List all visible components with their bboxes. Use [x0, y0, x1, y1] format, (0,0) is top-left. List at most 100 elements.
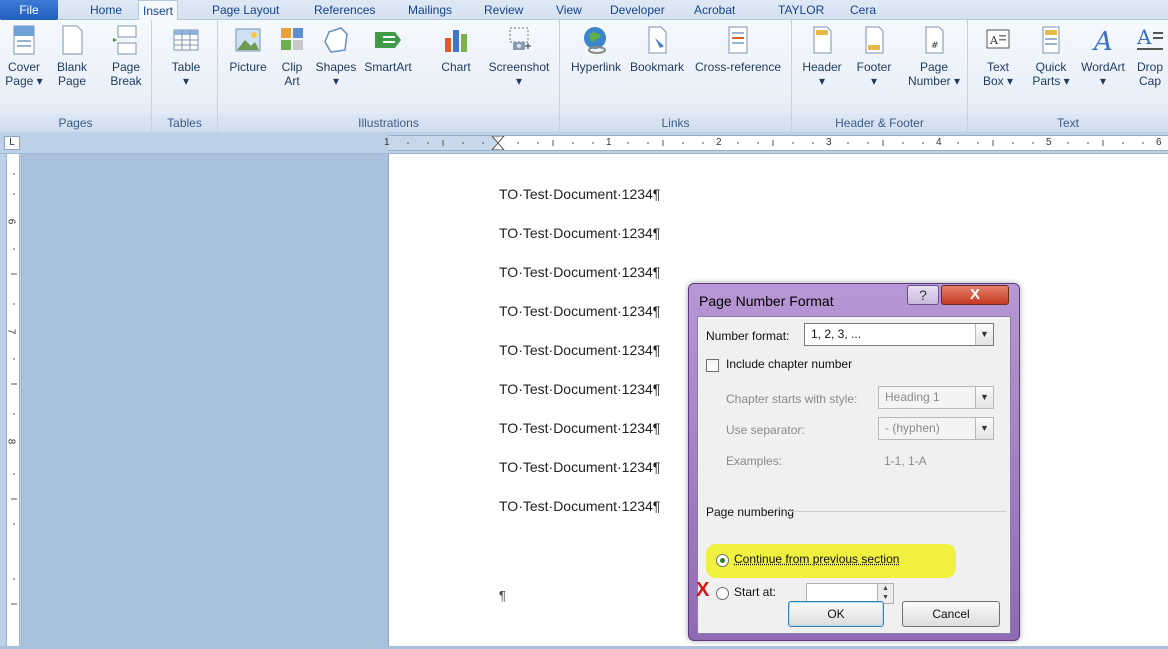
table-button[interactable]: Table ▾: [166, 24, 206, 88]
smartart-button[interactable]: SmartArt: [362, 24, 414, 74]
ruler-number: 2: [716, 137, 722, 148]
number-format-value: 1, 2, 3, ...: [811, 327, 862, 341]
help-button[interactable]: ?: [907, 285, 939, 305]
dialog-body: Number format: 1, 2, 3, ... ▼ Include ch…: [696, 316, 1011, 634]
tab-references[interactable]: References: [310, 0, 379, 20]
chevron-down-icon[interactable]: ▼: [975, 418, 993, 439]
blank-page-icon: [62, 25, 83, 55]
number-format-select[interactable]: 1, 2, 3, ... ▼: [804, 323, 994, 346]
ruler-number: 5: [1046, 137, 1052, 148]
ruler-number: 6: [5, 218, 17, 225]
hyperlink-icon: [584, 27, 606, 54]
tab-taylor[interactable]: TAYLOR: [774, 0, 828, 20]
horizontal-ruler-bar: L 1 1 2 3 4 5 6: [0, 132, 1168, 154]
page-numbering-label: Page numbering: [706, 505, 795, 519]
separator-label: Use separator:: [726, 423, 805, 437]
chapter-style-value: Heading 1: [885, 390, 940, 404]
start-at-radio[interactable]: [716, 587, 729, 600]
examples-value: 1-1, 1-A: [884, 454, 927, 468]
horizontal-ruler[interactable]: 1 1 2 3 4 5 6: [384, 135, 1168, 151]
continue-radio[interactable]: [716, 554, 729, 567]
section-divider: [788, 511, 1006, 512]
radio-selected-dot: [720, 558, 725, 563]
text-box-icon: A: [986, 29, 1010, 49]
hyperlink-button[interactable]: Hyperlink: [566, 24, 626, 74]
screenshot-button[interactable]: Screenshot ▾: [484, 24, 554, 88]
page-break-button[interactable]: Page Break: [104, 24, 148, 88]
chevron-down-icon[interactable]: ▼: [975, 324, 993, 345]
drop-cap-icon: A: [1136, 25, 1163, 50]
document-line: TO·Test·Document·1234¶: [499, 186, 661, 202]
chevron-down-icon[interactable]: ▼: [975, 387, 993, 408]
red-x-annotation: X: [696, 579, 710, 601]
paragraph-mark: ¶: [499, 588, 506, 603]
drop-cap-button[interactable]: A Drop Cap: [1132, 24, 1168, 88]
group-illustrations: Picture Clip Art Shapes ▾ SmartArt Chart…: [218, 20, 560, 132]
close-button[interactable]: X: [941, 285, 1009, 305]
wordart-button[interactable]: A WordArt ▾: [1078, 24, 1128, 88]
cancel-button[interactable]: Cancel: [902, 601, 1000, 627]
tab-cera[interactable]: Cera: [846, 0, 880, 20]
footer-icon: [865, 26, 884, 54]
ruler-number: 4: [936, 137, 942, 148]
wordart-icon: A: [1092, 27, 1113, 56]
group-text: A Text Box ▾ Quick Parts ▾ A WordArt ▾ A…: [968, 20, 1168, 132]
tab-file[interactable]: File: [0, 0, 58, 20]
ok-button[interactable]: OK: [788, 601, 884, 627]
cover-page-button[interactable]: Cover Page ▾: [4, 24, 44, 88]
tab-view[interactable]: View: [552, 0, 586, 20]
tab-review[interactable]: Review: [480, 0, 527, 20]
tab-page-layout[interactable]: Page Layout: [208, 0, 283, 20]
clip-art-button[interactable]: Clip Art: [276, 24, 308, 88]
start-at-label: Start at:: [734, 585, 777, 599]
dialog-title: Page Number Format: [699, 293, 834, 309]
separator-value: - (hyphen): [885, 421, 940, 435]
tab-developer[interactable]: Developer: [606, 0, 669, 20]
shapes-button[interactable]: Shapes ▾: [314, 24, 358, 88]
text-box-button[interactable]: A Text Box ▾: [976, 24, 1020, 88]
cross-reference-icon: [728, 26, 748, 54]
vertical-ruler[interactable]: 6 7 8: [0, 154, 22, 646]
ruler-number: 6: [1156, 137, 1162, 148]
screenshot-icon: [509, 27, 531, 50]
chapter-style-select[interactable]: Heading 1 ▼: [878, 386, 994, 409]
quick-parts-icon: [1042, 26, 1060, 54]
include-chapter-checkbox[interactable]: [706, 359, 719, 372]
smartart-icon: [375, 32, 401, 48]
bookmark-icon: [648, 26, 667, 54]
table-icon: [173, 29, 199, 51]
svg-text:A: A: [989, 34, 999, 47]
chapter-style-label: Chapter starts with style:: [726, 392, 858, 406]
bookmark-button[interactable]: Bookmark: [626, 24, 688, 74]
separator-select[interactable]: - (hyphen) ▼: [878, 417, 994, 440]
quick-parts-button[interactable]: Quick Parts ▾: [1028, 24, 1074, 88]
tab-acrobat[interactable]: Acrobat: [690, 0, 739, 20]
cross-reference-button[interactable]: Cross-reference: [690, 24, 786, 74]
header-button[interactable]: Header ▾: [800, 24, 844, 88]
document-line: TO·Test·Document·1234¶: [499, 264, 661, 280]
continue-label: Continue from previous section: [734, 552, 900, 566]
examples-label: Examples:: [726, 454, 783, 468]
group-links: Hyperlink Bookmark Cross-reference Links: [560, 20, 792, 132]
blank-page-button[interactable]: Blank Page: [52, 24, 92, 88]
tab-selector[interactable]: L: [4, 136, 20, 150]
document-line: TO·Test·Document·1234¶: [499, 381, 661, 397]
chart-button[interactable]: Chart: [438, 24, 474, 74]
number-format-label: Number format:: [706, 329, 790, 343]
document-line: TO·Test·Document·1234¶: [499, 303, 661, 319]
svg-text:A: A: [1092, 27, 1113, 56]
svg-text:#: #: [931, 41, 939, 51]
document-line: TO·Test·Document·1234¶: [499, 498, 661, 514]
tab-mailings[interactable]: Mailings: [404, 0, 456, 20]
tab-insert[interactable]: Insert: [138, 0, 179, 21]
group-label-text: Text: [968, 114, 1168, 132]
group-header-footer: Header ▾ Footer ▾ # Page Number ▾ Header…: [792, 20, 968, 132]
picture-button[interactable]: Picture: [224, 24, 272, 74]
group-label-header-footer: Header & Footer: [792, 114, 967, 132]
group-label-links: Links: [560, 114, 791, 132]
svg-text:A: A: [1136, 25, 1152, 49]
ruler-number: 8: [5, 438, 17, 445]
page-number-button[interactable]: # Page Number ▾: [904, 24, 964, 88]
footer-button[interactable]: Footer ▾: [852, 24, 896, 88]
tab-home[interactable]: Home: [86, 0, 126, 20]
